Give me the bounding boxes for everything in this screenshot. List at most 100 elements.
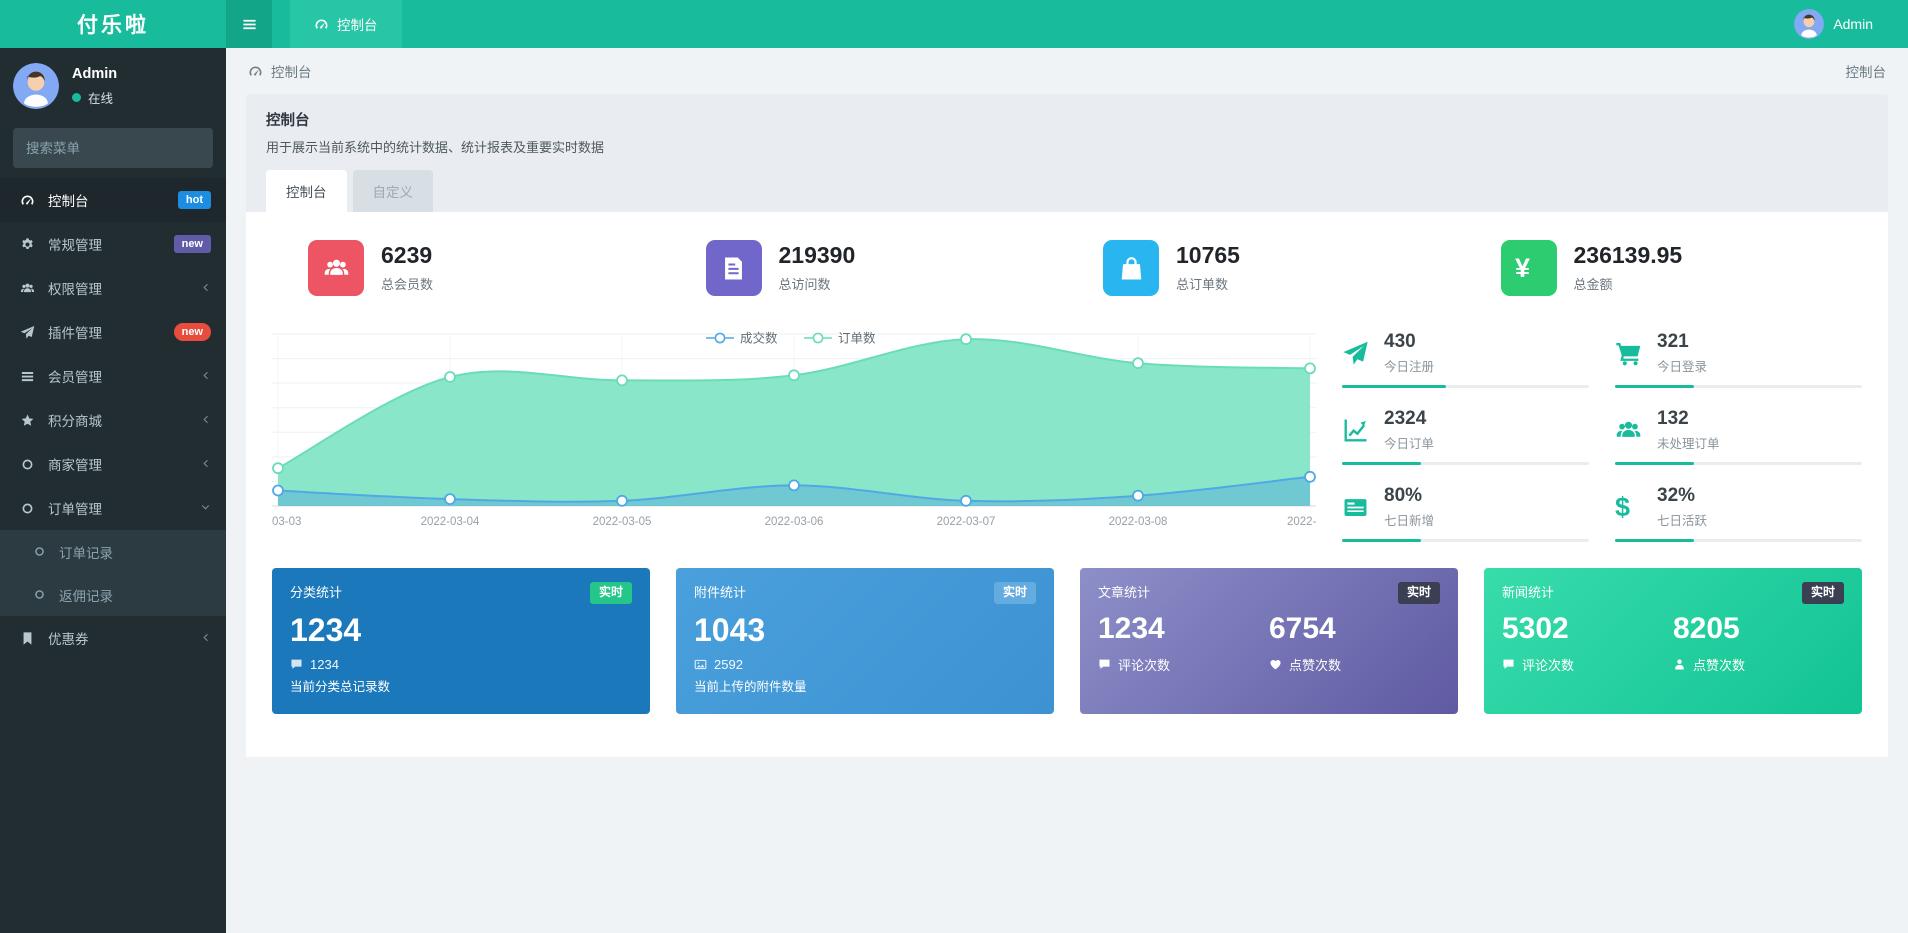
- stat-value: 6239: [381, 243, 433, 268]
- mini-stat-value: 32%: [1657, 485, 1707, 507]
- sidebar-item-dashboard[interactable]: 控制台hot: [0, 178, 226, 222]
- mini-stat-today-logins: 321今日登录: [1615, 324, 1862, 388]
- realtime-badge: 实时: [994, 582, 1036, 604]
- mini-stat-seven-day-new: 80%七日新增: [1342, 478, 1589, 542]
- card-category-stats: 分类统计实时12341234当前分类总记录数: [272, 568, 650, 714]
- news-icon: [1342, 494, 1369, 521]
- card-value: 1234: [290, 613, 632, 648]
- sidebar-toggle-button[interactable]: [226, 0, 272, 48]
- stat-value: 236139.95: [1574, 243, 1683, 268]
- gauge-icon: [248, 64, 263, 79]
- dashboard-body: 6239总会员数219390总访问数10765总订单数¥236139.95总金额…: [246, 212, 1888, 757]
- gauge-icon: [314, 17, 329, 32]
- sidebar: Admin 在线 控制台hot常规管理new权限管理插件管理new会员管理积分商…: [0, 48, 226, 933]
- breadcrumb-bar: 控制台 控制台: [226, 48, 1908, 94]
- sidebar-item-addon[interactable]: 插件管理new: [0, 310, 226, 354]
- list-icon: [20, 369, 35, 384]
- topnav-tab-label: 控制台: [337, 14, 378, 34]
- sidebar-item-auth[interactable]: 权限管理: [0, 266, 226, 310]
- app-logo[interactable]: 付乐啦: [0, 0, 226, 48]
- orders-chart[interactable]: 成交数订单数03-032022-03-042022-03-052022-03-0…: [272, 324, 1316, 542]
- mini-stat-today-orders: 2324今日订单: [1342, 401, 1589, 465]
- sidebar-item-order-records[interactable]: 订单记录: [0, 530, 226, 573]
- card-caption: 当前分类总记录数: [290, 676, 632, 695]
- card-stat-label: 评论次数: [1118, 655, 1170, 674]
- legend-item[interactable]: 成交数: [706, 331, 778, 346]
- topnav-tab-dashboard[interactable]: 控制台: [290, 0, 402, 48]
- mini-stat-value: 132: [1657, 408, 1720, 430]
- page-description: 用于展示当前系统中的统计数据、统计报表及重要实时数据: [266, 137, 1868, 156]
- mini-stat-progress: [1615, 539, 1862, 542]
- topbar-user-name: Admin: [1833, 16, 1873, 32]
- panel-tabs: 控制台 自定义: [266, 170, 1868, 212]
- stat-value: 219390: [779, 243, 856, 268]
- card-value: 6754: [1269, 612, 1440, 647]
- mini-stat-progress: [1342, 539, 1589, 542]
- realtime-badge: 实时: [1398, 582, 1440, 604]
- mini-stat-progress: [1615, 385, 1862, 388]
- svg-text:成交数: 成交数: [740, 331, 778, 346]
- sidebar-item-general[interactable]: 常规管理new: [0, 222, 226, 266]
- circle-o-icon: [20, 501, 35, 516]
- stats-row: 6239总会员数219390总访问数10765总订单数¥236139.95总金额: [272, 240, 1862, 296]
- stat-tile-icon: [706, 240, 762, 296]
- mini-stat-seven-day-active: $32%七日活跃: [1615, 478, 1862, 542]
- file-text-icon: [720, 255, 747, 282]
- avatar[interactable]: [13, 63, 59, 109]
- sidebar-item-label: 权限管理: [48, 278, 102, 298]
- topbar-user-menu[interactable]: Admin: [1794, 9, 1873, 39]
- mini-stat-progress: [1615, 462, 1862, 465]
- topbar-actions: Admin: [1686, 0, 1908, 48]
- sidebar-item-merchant[interactable]: 商家管理: [0, 442, 226, 486]
- breadcrumb[interactable]: 控制台: [248, 61, 312, 81]
- card-news-stats: 新闻统计实时5302评论次数8205点赞次数: [1484, 568, 1862, 714]
- main-content: 控制台 控制台 控制台 用于展示当前系统中的统计数据、统计报表及重要实时数据 控…: [226, 48, 1908, 933]
- menu-icon: [242, 17, 257, 32]
- image-icon: [694, 658, 707, 671]
- mini-stat-label: 未处理订单: [1657, 433, 1720, 452]
- mini-stat-progress: [1342, 385, 1589, 388]
- breadcrumb-right-label: 控制台: [1846, 61, 1887, 81]
- x-tick-label: 2022-03-07: [937, 516, 996, 528]
- sidebar-item-member[interactable]: 会员管理: [0, 354, 226, 398]
- online-status-dot: [72, 93, 81, 102]
- circle-o-icon: [20, 457, 35, 472]
- stat-value: 10765: [1176, 243, 1240, 268]
- sidebar-item-order[interactable]: 订单管理: [0, 486, 226, 530]
- card-title: 新闻统计: [1502, 582, 1554, 601]
- sidebar-item-label: 订单管理: [48, 498, 102, 518]
- stat-total-orders: 10765总订单数: [1067, 240, 1465, 296]
- chevron-left-icon: [200, 458, 211, 469]
- stat-total-visits: 219390总访问数: [670, 240, 1068, 296]
- mini-stat-label: 七日新增: [1384, 510, 1434, 529]
- card-value: 1234: [1098, 612, 1269, 647]
- sidebar-item-label: 会员管理: [48, 366, 102, 386]
- sidebar-item-rebate-records[interactable]: 返佣记录: [0, 573, 226, 616]
- x-tick-label: 2022-03-06: [765, 516, 824, 528]
- card-article-stats: 文章统计实时1234评论次数6754点赞次数: [1080, 568, 1458, 714]
- card-title: 文章统计: [1098, 582, 1150, 601]
- tab-dashboard[interactable]: 控制台: [266, 170, 347, 212]
- sidebar-user-name: Admin: [72, 66, 117, 82]
- chart-canvas[interactable]: 成交数订单数03-032022-03-042022-03-052022-03-0…: [272, 324, 1316, 542]
- sidebar-item-label: 积分商城: [48, 410, 102, 430]
- comment-icon: [290, 658, 303, 671]
- mini-stats-grid: 430今日注册321今日登录2324今日订单132未处理订单80%七日新增$32…: [1342, 324, 1862, 542]
- cart-icon: [1615, 340, 1642, 367]
- sidebar-item-points-mall[interactable]: 积分商城: [0, 398, 226, 442]
- card-value: 1043: [694, 613, 1036, 648]
- bookmark-icon: [20, 631, 35, 646]
- tab-custom[interactable]: 自定义: [353, 170, 434, 212]
- stat-tile-icon: [1103, 240, 1159, 296]
- mini-stat-unprocessed-orders: 132 未处理订单: [1615, 401, 1862, 465]
- chevron-left-icon: [200, 370, 211, 381]
- x-tick-label: 2022-03-05: [593, 516, 652, 528]
- menu-badge: hot: [178, 191, 211, 209]
- sidebar-item-coupon[interactable]: 优惠券: [0, 616, 226, 660]
- sidebar-item-label: 订单记录: [59, 542, 113, 562]
- legend-item[interactable]: 订单数: [804, 331, 876, 346]
- stat-tile-icon: [308, 240, 364, 296]
- x-tick-label: 03-03: [272, 516, 301, 528]
- card-value: 8205: [1673, 612, 1844, 647]
- search-input[interactable]: [26, 141, 203, 156]
